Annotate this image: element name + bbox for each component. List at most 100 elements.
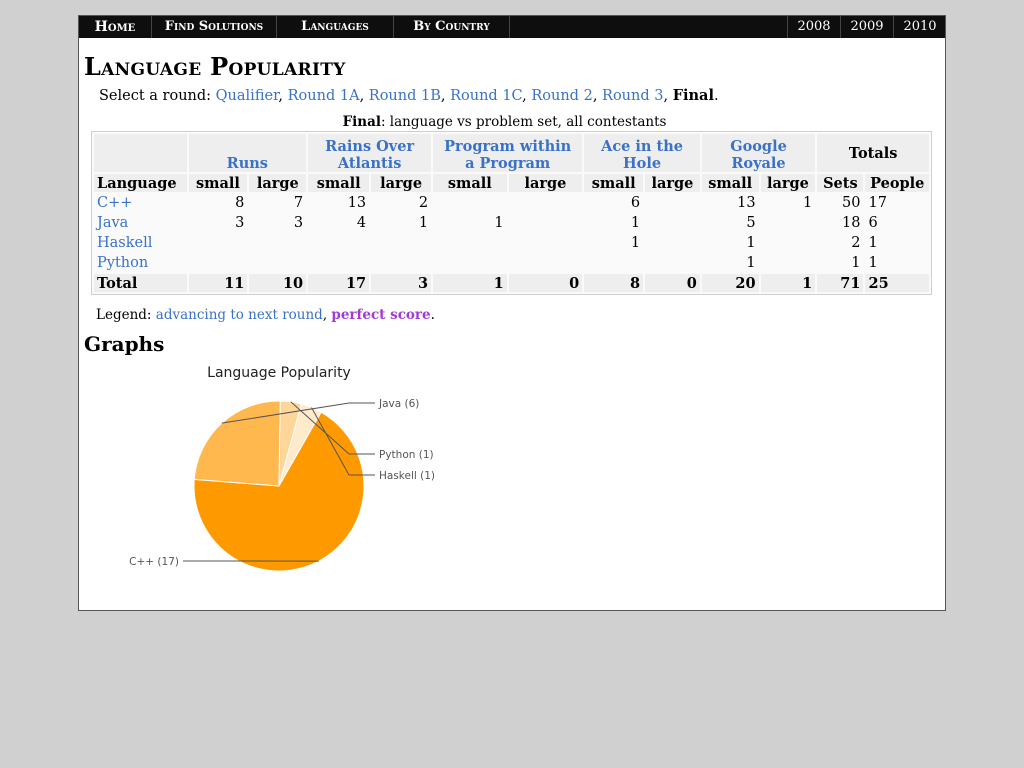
count-cell (508, 234, 583, 252)
pie-label: Python (1) (379, 449, 434, 461)
legend-end: . (430, 307, 435, 323)
large-subheader: large (371, 174, 432, 192)
problem-header-line: a Program (465, 155, 551, 172)
count-cell: 7 (249, 194, 307, 212)
language-cell: C++ (94, 194, 187, 212)
legend: Legend: advancing to next round, perfect… (96, 307, 435, 323)
sets-cell: 18 (817, 214, 864, 232)
problem-header-line: Royale (731, 155, 786, 172)
language-link[interactable]: Python (97, 255, 148, 271)
legend-label: Legend: (96, 307, 156, 323)
count-cell: 8 (188, 194, 248, 212)
count-cell: 5 (701, 214, 759, 232)
count-cell (645, 254, 700, 272)
large-subheader: large (645, 174, 700, 192)
table-row: Haskell 1 1 2 1 (94, 234, 929, 252)
count-cell: 1 (701, 254, 759, 272)
people-cell: 1 (865, 254, 929, 272)
count-cell (371, 234, 432, 252)
nav-year-2009[interactable]: 2009 (840, 16, 893, 38)
count-cell: 6 (584, 194, 644, 212)
table-row: Java 3 3 4 1 1 1 5 18 6 (94, 214, 929, 232)
problem-header-line: Atlantis (337, 155, 402, 172)
problem-header[interactable]: Runs (188, 134, 307, 172)
count-cell: 1 (584, 234, 644, 252)
people-cell: 1 (865, 234, 929, 252)
language-link[interactable]: Java (97, 215, 128, 231)
count-cell (308, 234, 370, 252)
count-cell (188, 234, 248, 252)
people-cell: 17 (865, 194, 929, 212)
large-subheader: large (249, 174, 307, 192)
total-cell: 3 (371, 274, 432, 292)
count-cell: 1 (760, 194, 816, 212)
large-subheader: large (508, 174, 583, 192)
count-cell (508, 194, 583, 212)
count-cell (433, 194, 507, 212)
round-link-1b[interactable]: Round 1B (369, 88, 441, 104)
small-subheader: small (308, 174, 370, 192)
problem-header[interactable]: Google Royale (701, 134, 816, 172)
round-link-qualifier[interactable]: Qualifier (216, 88, 279, 104)
count-cell (645, 194, 700, 212)
count-cell: 1 (433, 214, 507, 232)
sets-cell: 2 (817, 234, 864, 252)
pie-slice-java[interactable] (193, 400, 281, 487)
total-people-cell: 25 (865, 274, 929, 292)
problem-header-line: Rains Over (325, 138, 415, 155)
language-stats-table: Runs Rains Over Atlantis Program within a Pr… (92, 132, 931, 294)
count-cell: 4 (308, 214, 370, 232)
pie-label: C++ (17) (129, 556, 179, 568)
round-select-label: Select a round: (99, 88, 216, 104)
pie-label: Java (6) (378, 398, 419, 410)
page-container: Home Find Solutions Languages By Country… (78, 15, 946, 611)
count-cell (760, 254, 816, 272)
round-link-2[interactable]: Round 2 (531, 88, 592, 104)
sets-cell: 50 (817, 194, 864, 212)
table-row: C++ 8 7 13 2 6 13 1 50 17 (94, 194, 929, 212)
total-cell: 0 (508, 274, 583, 292)
count-cell: 1 (584, 214, 644, 232)
count-cell (433, 254, 507, 272)
problem-header[interactable]: Rains Over Atlantis (308, 134, 432, 172)
count-cell: 13 (701, 194, 759, 212)
sets-subheader: Sets (817, 174, 864, 192)
round-link-1c[interactable]: Round 1C (450, 88, 522, 104)
top-nav: Home Find Solutions Languages By Country… (79, 16, 945, 38)
nav-home[interactable]: Home (79, 16, 152, 38)
subheader-row: Language small large small large small large s… (94, 174, 929, 192)
problem-header[interactable]: Ace in the Hole (584, 134, 700, 172)
total-cell: 20 (701, 274, 759, 292)
count-cell (760, 234, 816, 252)
stats-table-container: Runs Rains Over Atlantis Program within a Pr… (91, 131, 932, 295)
caption-round: Final (342, 114, 381, 130)
total-cell: 10 (249, 274, 307, 292)
language-link[interactable]: Haskell (97, 235, 152, 251)
page-title: Language Popularity (84, 52, 346, 81)
total-cell: 17 (308, 274, 370, 292)
total-cell: 8 (584, 274, 644, 292)
chart-title: Language Popularity (207, 365, 351, 381)
nav-languages[interactable]: Languages (277, 16, 394, 38)
round-link-3[interactable]: Round 3 (602, 88, 663, 104)
language-link[interactable]: C++ (97, 195, 132, 211)
count-cell: 1 (371, 214, 432, 232)
round-link-1a[interactable]: Round 1A (288, 88, 360, 104)
language-cell: Java (94, 214, 187, 232)
count-cell (371, 254, 432, 272)
count-cell (584, 254, 644, 272)
problem-header-line: Runs (226, 155, 268, 172)
nav-find-solutions[interactable]: Find Solutions (152, 16, 277, 38)
nav-year-2008[interactable]: 2008 (787, 16, 840, 38)
people-cell: 6 (865, 214, 929, 232)
problem-header[interactable]: Program within a Program (433, 134, 583, 172)
round-selector: Select a round: Qualifier, Round 1A, Rou… (99, 87, 719, 104)
small-subheader: small (188, 174, 248, 192)
total-cell: 11 (188, 274, 248, 292)
count-cell: 2 (371, 194, 432, 212)
total-label: Total (94, 274, 187, 292)
nav-year-2010[interactable]: 2010 (893, 16, 946, 38)
count-cell (508, 254, 583, 272)
legend-perfect: perfect score (331, 307, 431, 323)
nav-by-country[interactable]: By Country (394, 16, 510, 38)
